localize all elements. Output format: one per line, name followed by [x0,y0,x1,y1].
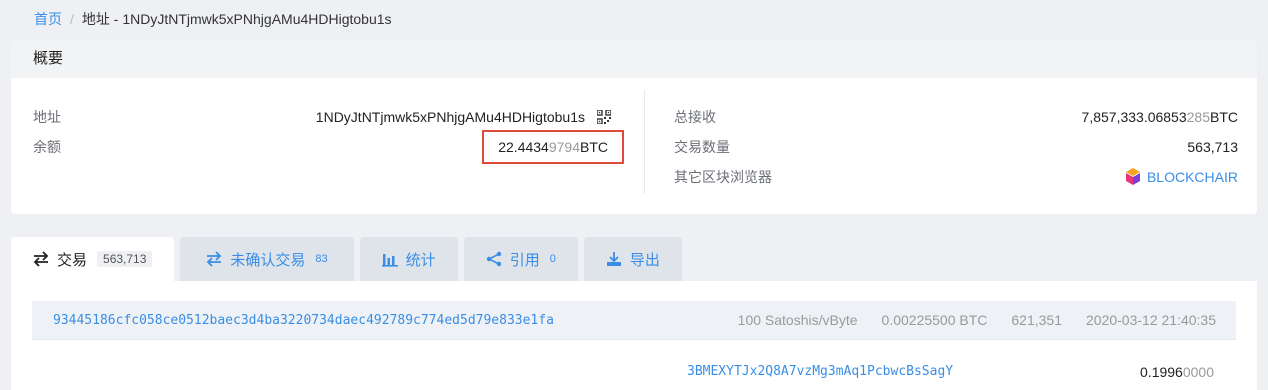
total-received-label: 总接收 [674,109,716,125]
address-row: 地址 1NDyJtNTjmwk5xPNhjgAMu4HDHigtobu1s [33,102,611,132]
share-icon [486,251,501,267]
total-received-main: 7,857,333.06853 [1081,109,1187,125]
blockchair-link-label: BLOCKCHAIR [1146,169,1238,185]
summary-title: 概要 [11,40,1257,78]
transaction-hash-link[interactable]: 93445186cfc058ce0512baec3d4ba3220734daec… [32,313,738,328]
transaction-divider [32,339,1236,340]
breadcrumb-separator: / [70,11,74,27]
transaction-time: 2020-03-12 21:40:35 [1086,312,1216,328]
balance-value-highlight: 22.4434 9794 BTC [482,130,624,164]
summary-left-column: 地址 1NDyJtNTjmwk5xPNhjgAMu4HDHigtobu1s 余额… [33,102,624,164]
summary-right-column: 总接收 7,857,333.06853 285 BTC 交易数量 563,713 … [674,102,1238,192]
transaction-block[interactable]: 621,351 [1011,312,1062,328]
output-amount: 0.19960000 [1140,364,1214,380]
summary-card: 概要 地址 1NDyJtNTjmwk5xPNhjgAMu4HDHigtobu1s [11,40,1257,214]
transfer-icon [207,251,222,267]
transactions-panel: 93445186cfc058ce0512baec3d4ba3220734daec… [11,281,1257,390]
tab-transactions[interactable]: 交易 563,713 [11,237,175,281]
qr-code-icon[interactable] [597,110,611,124]
output-amount-main: 0.1996 [1140,364,1183,380]
total-received-dim: 285 [1186,109,1210,125]
tab-statistics[interactable]: 统计 [359,237,458,281]
blockchair-logo-icon [1125,168,1140,185]
transaction-fee: 0.00225500 BTC [881,312,988,328]
tab-transactions-label: 交易 [57,251,88,269]
tx-count-row: 交易数量 563,713 [674,132,1238,162]
tx-count-label: 交易数量 [674,139,730,155]
total-received-unit: BTC [1210,109,1238,125]
tab-unconfirmed-label: 未确认交易 [230,251,306,269]
tab-statistics-label: 统计 [405,251,436,269]
download-icon [606,252,621,266]
tab-references-label: 引用 [509,251,540,269]
bar-chart-icon [381,254,398,267]
tab-transactions-count: 563,713 [97,251,153,267]
address-value-wrap: 1NDyJtNTjmwk5xPNhjgAMu4HDHigtobu1s [316,102,611,132]
balance-main: 22.4434 [498,139,549,155]
balance-label: 余额 [33,139,61,155]
blockchair-link[interactable]: BLOCKCHAIR [1125,162,1238,192]
tab-references[interactable]: 引用 0 [463,237,578,281]
transaction-header-row: 93445186cfc058ce0512baec3d4ba3220734daec… [32,301,1236,339]
balance-dim-digits: 9794 [548,139,580,155]
breadcrumb: 首页 / 地址 - 1NDyJtNTjmwk5xPNhjgAMu4HDHigtobu… [34,9,392,29]
tx-count-value: 563,713 [1187,139,1238,155]
balance-row: 余额 22.4434 9794 BTC [33,130,624,164]
other-explorers-label: 其它区块浏览器 [674,169,772,185]
tab-references-count: 0 [549,253,556,265]
breadcrumb-current: 地址 - 1NDyJtNTjmwk5xPNhjgAMu4HDHigtobu1s [81,11,392,27]
address-label: 地址 [33,109,61,125]
tab-export[interactable]: 导出 [583,237,682,281]
tab-bar: 交易 563,713 未确认交易 83 统计 引用 0 导出 [11,237,688,281]
address-value: 1NDyJtNTjmwk5xPNhjgAMu4HDHigtobu1s [315,109,585,125]
output-amount-dim: 0000 [1182,364,1214,380]
total-received-value: 7,857,333.06853 285 BTC [1082,102,1238,132]
tab-export-label: 导出 [629,251,660,269]
transfer-icon [33,251,49,267]
tab-unconfirmed-count: 83 [315,253,328,265]
breadcrumb-home-link[interactable]: 首页 [34,11,62,27]
summary-divider [644,90,645,194]
other-explorers-row: 其它区块浏览器 BLOCKCHAIR [674,162,1238,192]
tab-unconfirmed-transactions[interactable]: 未确认交易 83 [180,237,354,281]
balance-unit: BTC [580,139,608,155]
total-received-row: 总接收 7,857,333.06853 285 BTC [674,102,1238,132]
transaction-fee-rate: 100 Satoshis/vByte [737,312,858,328]
output-address-link[interactable]: 3BMEXYTJx2Q8A7vzMg3mAq1PcbwcBsSagY [687,364,953,379]
